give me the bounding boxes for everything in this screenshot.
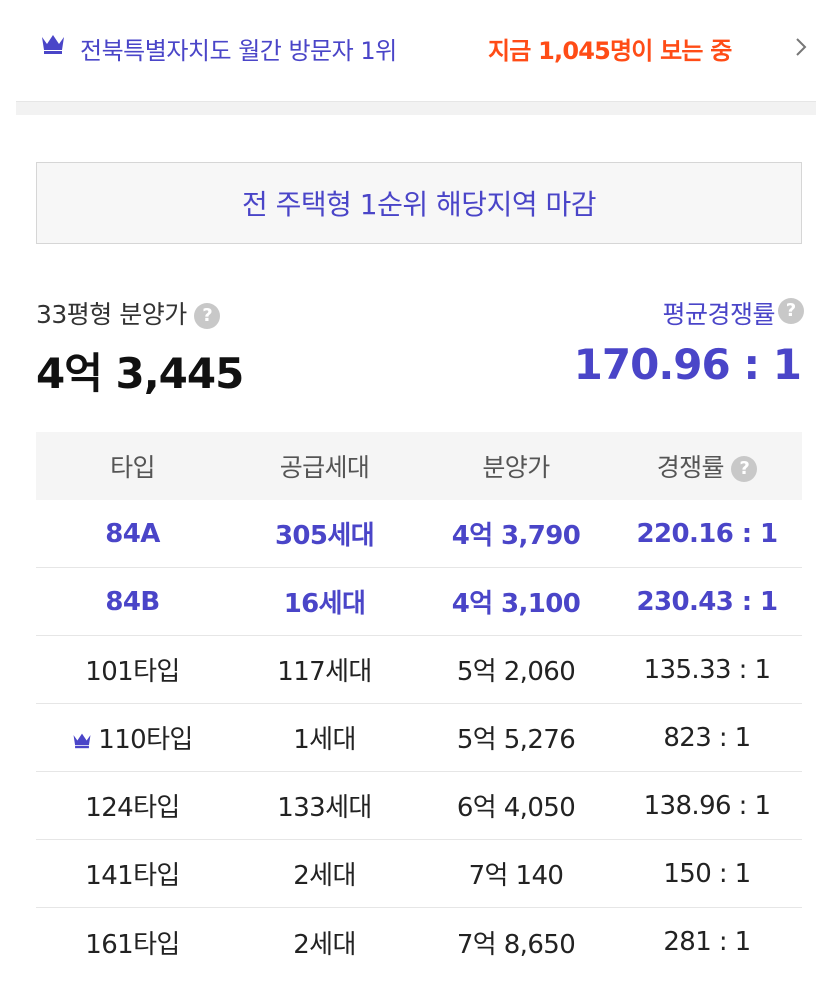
ratio-cell: 150 : 1: [663, 858, 751, 889]
type-cell: 101타입: [85, 657, 180, 687]
type-cell: 84A: [105, 518, 160, 549]
header-ratio: 경쟁률 ?: [612, 448, 802, 484]
header-price: 분양가: [482, 453, 550, 482]
table-row: 84A 305세대 4억 3,790 220.16 : 1: [36, 500, 802, 568]
table-row: 124타입 133세대 6억 4,050 138.96 : 1: [36, 772, 802, 840]
type-cell: 110타입: [36, 719, 229, 756]
price-cell: 7억 140: [468, 861, 564, 891]
price-value: 4억 3,445: [36, 349, 244, 398]
price-label: 33평형 분양가 ?: [36, 295, 221, 331]
ratio-cell: 281 : 1: [663, 927, 751, 957]
table-row: 141타입 2세대 7억 140 150 : 1: [36, 840, 802, 908]
price-cell: 4억 3,100: [451, 589, 581, 619]
rank-banner[interactable]: 전북특별자치도 월간 방문자 1위 지금 1,045명이 보는 중: [0, 0, 827, 100]
type-cell-text: 110타입: [98, 725, 193, 755]
deadline-notice: 전 주택형 1순위 해당지역 마감: [36, 162, 802, 244]
table-row: 101타입 117세대 5억 2,060 135.33 : 1: [36, 636, 802, 704]
table-row: 84B 16세대 4억 3,100 230.43 : 1: [36, 568, 802, 636]
ratio-cell: 220.16 : 1: [636, 518, 779, 549]
price-cell: 7억 8,650: [456, 929, 576, 960]
ratio-cell: 230.43 : 1: [636, 586, 779, 617]
competition-value: 170.96 : 1: [573, 340, 802, 389]
header-type: 타입: [110, 453, 155, 482]
table-header: 타입 공급세대 분양가 경쟁률 ?: [36, 432, 802, 500]
rank-text: 전북특별자치도 월간 방문자 1위: [80, 37, 397, 65]
competition-label: 평균경쟁률: [662, 300, 775, 329]
header-units: 공급세대: [279, 453, 370, 482]
ratio-cell: 135.33 : 1: [643, 654, 771, 685]
units-cell: 133세대: [277, 793, 372, 823]
price-cell: 4억 3,790: [451, 521, 581, 551]
price-cell: 5억 5,276: [456, 725, 576, 755]
units-cell: 2세대: [293, 861, 356, 891]
type-cell: 161타입: [85, 929, 180, 960]
type-cell: 84B: [105, 586, 160, 617]
units-cell: 117세대: [277, 657, 372, 687]
table-row: 110타입 1세대 5억 5,276 823 : 1: [36, 704, 802, 772]
type-cell: 141타입: [85, 861, 180, 891]
live-viewers-text: 지금 1,045명이 보는 중: [488, 37, 732, 65]
help-circle-icon[interactable]: ?: [194, 303, 221, 329]
type-cell: 124타입: [85, 793, 180, 823]
help-circle-icon[interactable]: ?: [731, 456, 758, 482]
units-cell: 1세대: [293, 725, 356, 755]
unit-type-table: 타입 공급세대 분양가 경쟁률 ? 84A 305세대 4억 3,790 220…: [36, 432, 802, 976]
price-cell: 6억 4,050: [456, 793, 576, 823]
price-label-text: 33평형 분양가: [36, 300, 187, 329]
crown-icon: [42, 35, 64, 54]
price-cell: 5억 2,060: [456, 657, 576, 687]
table-row: 161타입 2세대 7억 8,650 281 : 1: [36, 908, 802, 976]
section-divider: [16, 101, 816, 115]
units-cell: 305세대: [274, 521, 375, 551]
units-cell: 16세대: [283, 589, 366, 619]
ratio-cell: 138.96 : 1: [643, 790, 771, 821]
help-circle-icon[interactable]: ?: [778, 298, 804, 324]
ratio-cell: 823 : 1: [663, 722, 751, 753]
units-cell: 2세대: [293, 929, 356, 960]
chevron-right-icon[interactable]: [794, 36, 808, 58]
header-ratio-text: 경쟁률: [656, 453, 725, 482]
crown-icon: [73, 733, 91, 749]
